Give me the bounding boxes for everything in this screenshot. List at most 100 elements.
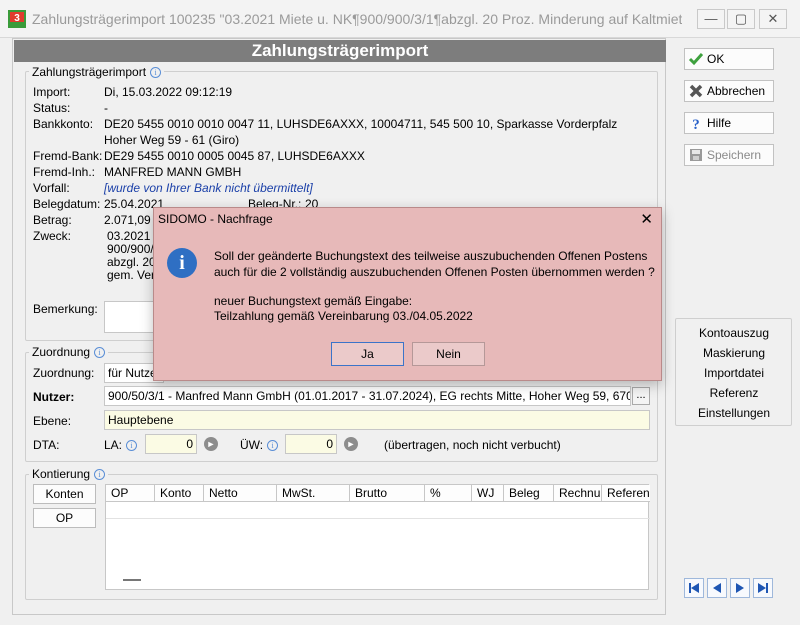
bankkonto-label: Bankkonto: — [33, 117, 94, 131]
nutzer-browse-button[interactable]: ... — [632, 387, 650, 405]
bankkonto-value: DE20 5455 0010 0010 0047 11, LUHSDE6AXXX… — [104, 117, 618, 131]
bemerkung-label: Bemerkung: — [33, 302, 98, 316]
uew-label-text: ÜW: — [240, 438, 264, 452]
status-value: - — [104, 101, 108, 115]
no-button[interactable]: Nein — [412, 342, 485, 366]
dta-note: (übertragen, noch nicht verbucht) — [384, 438, 561, 452]
op-button[interactable]: OP — [33, 508, 96, 528]
import-value: Di, 15.03.2022 09:12:19 — [104, 85, 233, 99]
ebene-input[interactable]: Hauptebene — [104, 410, 650, 430]
fremd-inh-label: Fremd-Inh.: — [33, 165, 96, 179]
menu-referenz[interactable]: Referenz — [676, 386, 792, 400]
cancel-button[interactable]: Abbrechen — [684, 80, 774, 102]
first-record-button[interactable] — [684, 578, 704, 598]
column-header[interactable]: Brutto — [350, 485, 425, 502]
info-icon[interactable]: i — [267, 440, 279, 451]
checkmark-icon — [688, 53, 704, 66]
menu-kontoauszug[interactable]: Kontoauszug — [676, 326, 792, 340]
last-icon — [758, 583, 768, 593]
yes-button[interactable]: Ja — [331, 342, 404, 366]
info-icon: i — [167, 248, 197, 278]
zuordnung-group-title: Zuordnung i — [29, 345, 109, 359]
fremd-bank-label: Fremd-Bank: — [33, 149, 103, 163]
cancel-label: Abbrechen — [707, 84, 766, 98]
confirm-dialog: SIDOMO - Nachfrage ✕ i Soll der geändert… — [153, 207, 662, 381]
import-group-label: Zahlungsträgerimport — [32, 65, 147, 79]
window-title: Zahlungsträgerimport 100235 "03.2021 Mie… — [32, 11, 682, 27]
column-header[interactable]: % — [425, 485, 472, 502]
help-button[interactable]: ? Hilfe — [684, 112, 774, 134]
bankkonto-address: Hoher Weg 59 - 61 (Giro) — [104, 133, 240, 147]
ebene-label: Ebene: — [33, 414, 72, 428]
uew-label: ÜW: i — [240, 438, 279, 452]
column-header[interactable]: Rechnun — [554, 485, 602, 502]
column-header[interactable]: Referen — [602, 485, 650, 502]
status-label: Status: — [33, 101, 71, 115]
fremd-bank-value: DE29 5455 0010 0005 0045 87, LUHSDE6AXXX — [104, 149, 365, 163]
betrag-value: 2.071,09 ( — [104, 213, 159, 227]
info-icon[interactable]: i — [150, 67, 162, 78]
floppy-disk-icon — [690, 149, 702, 161]
previous-record-button[interactable] — [707, 578, 727, 598]
save-button[interactable]: Speichern — [684, 144, 774, 166]
column-header[interactable]: OP — [106, 485, 155, 502]
kontierung-group-title: Kontierung i — [29, 467, 109, 481]
help-question-icon: ? — [692, 117, 700, 131]
dialog-message-line: auch für die 2 vollständig auszubuchende… — [214, 265, 655, 279]
column-header[interactable]: MwSt. — [277, 485, 350, 502]
info-icon[interactable]: i — [94, 347, 106, 358]
help-label: Hilfe — [707, 116, 732, 130]
minimize-button[interactable]: — — [697, 9, 725, 29]
kontierung-group-label: Kontierung — [32, 467, 91, 481]
ok-button[interactable]: OK — [684, 48, 774, 70]
previous-icon — [713, 583, 721, 593]
maximize-button[interactable]: ▢ — [727, 9, 755, 29]
kontierung-table: OP Konto Netto MwSt. Brutto % WJ Beleg R… — [105, 484, 650, 590]
konten-button[interactable]: Konten — [33, 484, 96, 504]
la-label: LA: i — [104, 438, 138, 452]
la-go-arrow-icon[interactable]: ► — [204, 437, 218, 451]
belegdatum-label: Belegdatum: — [33, 197, 101, 211]
zuordnung-label: Zuordnung: — [33, 366, 95, 380]
dialog-close-button[interactable]: ✕ — [640, 210, 653, 228]
dialog-title: SIDOMO - Nachfrage — [158, 212, 273, 226]
next-record-button[interactable] — [730, 578, 750, 598]
uew-go-arrow-icon[interactable]: ► — [344, 437, 358, 451]
la-input[interactable]: 0 — [145, 434, 197, 454]
app-logo-icon: 3 — [8, 10, 26, 28]
vorfall-label: Vorfall: — [33, 181, 70, 195]
betrag-label: Betrag: — [33, 213, 72, 227]
zweck-label: Zweck: — [33, 229, 72, 243]
column-header[interactable]: WJ — [472, 485, 504, 502]
la-label-text: LA: — [104, 438, 123, 452]
menu-maskierung[interactable]: Maskierung — [676, 346, 792, 360]
scroll-handle[interactable] — [123, 579, 141, 581]
dialog-message-line: neuer Buchungstext gemäß Eingabe: — [214, 294, 413, 308]
import-group-title: Zahlungsträgerimport i — [29, 65, 165, 79]
last-record-button[interactable] — [753, 578, 773, 598]
column-header[interactable]: Beleg — [504, 485, 554, 502]
page-title: Zahlungsträgerimport — [14, 40, 666, 62]
info-icon[interactable]: i — [94, 469, 106, 480]
import-label: Import: — [33, 85, 71, 99]
save-label: Speichern — [707, 148, 762, 162]
ok-label: OK — [707, 52, 725, 66]
uew-input[interactable]: 0 — [285, 434, 337, 454]
title-bar: 3 Zahlungsträgerimport 100235 "03.2021 M… — [0, 0, 800, 38]
dialog-message-line: Teilzahlung gemäß Vereinbarung 03./04.05… — [214, 309, 473, 323]
next-icon — [736, 583, 744, 593]
info-icon[interactable]: i — [126, 440, 138, 451]
column-header[interactable]: Konto — [155, 485, 204, 502]
vorfall-value: [wurde von Ihrer Bank nicht übermittelt] — [104, 181, 313, 195]
fremd-inh-value: MANFRED MANN GMBH — [104, 165, 242, 179]
close-window-button[interactable]: ✕ — [759, 9, 787, 29]
dialog-message-line: Soll der geänderte Buchungstext des teil… — [214, 249, 648, 263]
zuordnung-group-label: Zuordnung — [32, 345, 91, 359]
cancel-x-icon — [689, 84, 703, 98]
menu-einstellungen[interactable]: Einstellungen — [676, 406, 792, 420]
svg-text:?: ? — [692, 117, 700, 131]
column-header[interactable]: Netto — [204, 485, 277, 502]
menu-importdatei[interactable]: Importdatei — [676, 366, 792, 380]
nutzer-input[interactable]: 900/50/3/1 - Manfred Mann GmbH (01.01.20… — [104, 386, 631, 406]
table-row[interactable] — [106, 502, 650, 519]
